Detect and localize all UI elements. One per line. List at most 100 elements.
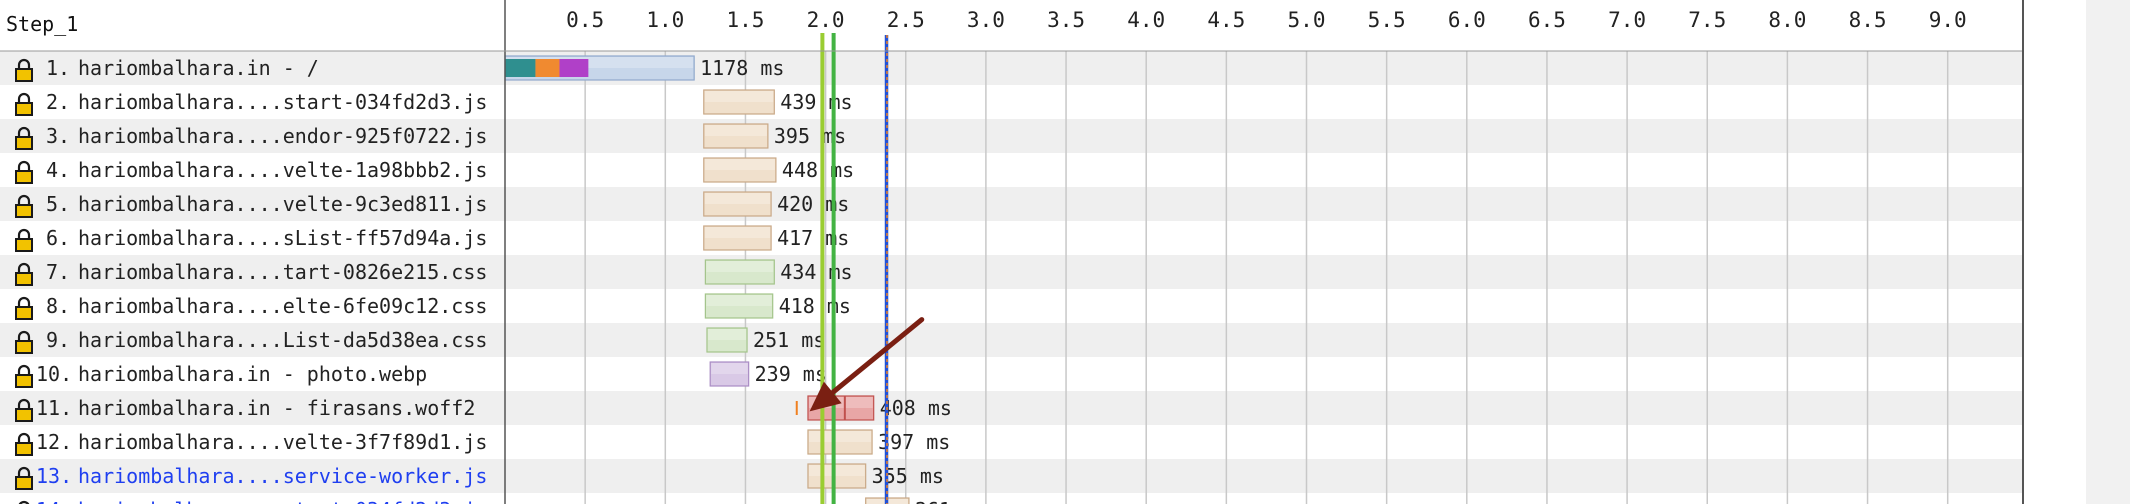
lock-body [15, 374, 33, 388]
request-label: hariombalhara....endor-925f0722.js [78, 124, 487, 148]
lock-body [15, 306, 33, 320]
x-tick-label: 5.5 [1368, 8, 1406, 32]
lock-icon [15, 364, 33, 388]
request-label: hariombalhara....service-worker.js [78, 464, 487, 488]
lock-body [15, 68, 33, 82]
request-label: hariombalhara....start-034fd2d3.js [78, 498, 487, 504]
x-tick-label: 6.5 [1528, 8, 1566, 32]
bar-highlight [704, 125, 767, 136]
request-index: 2. [46, 90, 70, 114]
request-index: 14. [36, 498, 72, 504]
request-index: 10. [36, 362, 72, 386]
request-index: 11. [36, 396, 72, 420]
lock-icon [15, 160, 33, 184]
x-tick-label: 7.0 [1608, 8, 1646, 32]
x-tick-label: 2.0 [807, 8, 845, 32]
phase-segment [559, 59, 589, 77]
request-index: 12. [36, 430, 72, 454]
x-tick-label: 9.0 [1929, 8, 1967, 32]
lock-body [15, 476, 33, 490]
x-tick-label: 7.5 [1688, 8, 1726, 32]
lock-shackle [17, 296, 31, 307]
lock-body [15, 442, 33, 456]
x-tick-label: 1.5 [726, 8, 764, 32]
x-tick-label: 1.0 [646, 8, 684, 32]
request-labels: 1. hariombalhara.in - / 2. hariombalhara...… [15, 56, 487, 504]
duration-label: 355 ms [872, 464, 944, 488]
lock-body [15, 170, 33, 184]
lock-icon [15, 432, 33, 456]
bar-highlight [706, 261, 774, 272]
request-label: hariombalhara....List-da5d38ea.css [78, 328, 487, 352]
x-tick-label: 4.5 [1207, 8, 1245, 32]
request-index: 13. [36, 464, 72, 488]
duration-label: 434 ms [780, 260, 852, 284]
scrollbar-track[interactable] [2086, 0, 2130, 504]
request-label: hariombalhara....sList-ff57d94a.js [78, 226, 487, 250]
waterfall-panel: 1178 ms 439 ms 395 ms 448 ms 420 ms 417 ms 434… [0, 0, 2024, 504]
request-label: hariombalhara....elte-6fe09c12.css [78, 294, 487, 318]
bar-highlight [704, 159, 775, 170]
bar-highlight [808, 465, 865, 476]
bar-highlight [707, 329, 747, 340]
duration-label: 261 ms [915, 498, 987, 504]
request-index: 7. [46, 260, 70, 284]
duration-label: 420 ms [777, 192, 849, 216]
lock-shackle [17, 364, 31, 375]
lock-shackle [17, 92, 31, 103]
request-index: 6. [46, 226, 70, 250]
duration-label: 418 ms [779, 294, 851, 318]
duration-label: 448 ms [782, 158, 854, 182]
request-label: hariombalhara....tart-0826e215.css [78, 260, 487, 284]
lock-icon [15, 296, 33, 320]
phase-segment [505, 59, 536, 77]
bar-highlight [704, 193, 771, 204]
step-label: Step_1 [6, 12, 78, 36]
lock-body [15, 340, 33, 354]
duration-label: 439 ms [780, 90, 852, 114]
request-label: hariombalhara.in - firasans.woff2 [78, 396, 475, 420]
duration-label: 251 ms [753, 328, 825, 352]
lock-body [15, 136, 33, 150]
bar-highlight [808, 431, 872, 442]
x-tick-label: 3.5 [1047, 8, 1085, 32]
request-index: 3. [46, 124, 70, 148]
lock-body [15, 102, 33, 116]
right-gutter [2024, 0, 2086, 504]
request-index: 5. [46, 192, 70, 216]
lock-body [15, 204, 33, 218]
lock-icon [15, 228, 33, 252]
x-tick-label: 6.0 [1448, 8, 1486, 32]
waterfall-chart: 1178 ms439 ms395 ms448 ms420 ms417 ms434… [0, 0, 2024, 504]
axis-ticks: 0.5 1.0 1.5 2.0 2.5 3.0 3.5 4.0 4.5 5.0 5.5 6.0 6.5 7… [566, 8, 1966, 32]
x-tick-label: 5.0 [1288, 8, 1326, 32]
lock-shackle [17, 228, 31, 239]
bar-highlight [704, 227, 771, 238]
request-label: hariombalhara....velte-1a98bbb2.js [78, 158, 487, 182]
request-label: hariombalhara....velte-3f7f89d1.js [78, 430, 487, 454]
duration-label: 417 ms [777, 226, 849, 250]
lock-shackle [17, 160, 31, 171]
duration-label: 1178 ms [700, 56, 784, 80]
duration-label: 397 ms [878, 430, 950, 454]
lock-shackle [17, 432, 31, 443]
request-index: 1. [46, 56, 70, 80]
x-tick-label: 4.0 [1127, 8, 1165, 32]
x-tick-label: 8.5 [1849, 8, 1887, 32]
x-tick-label: 2.5 [887, 8, 925, 32]
x-tick-label: 0.5 [566, 8, 604, 32]
request-label: hariombalhara.in - / [78, 56, 319, 80]
lock-body [15, 272, 33, 286]
x-tick-label: 3.0 [967, 8, 1005, 32]
duration-label: 408 ms [880, 396, 952, 420]
request-label: hariombalhara....start-034fd2d3.js [78, 90, 487, 114]
request-index: 8. [46, 294, 70, 318]
request-label: hariombalhara.in - photo.webp [78, 362, 427, 386]
lock-body [15, 408, 33, 422]
lock-icon [15, 92, 33, 116]
x-tick-label: 8.0 [1768, 8, 1806, 32]
duration-label: 239 ms [755, 362, 827, 386]
request-label: hariombalhara....velte-9c3ed811.js [78, 192, 487, 216]
bar-highlight [711, 363, 748, 374]
request-index: 4. [46, 158, 70, 182]
